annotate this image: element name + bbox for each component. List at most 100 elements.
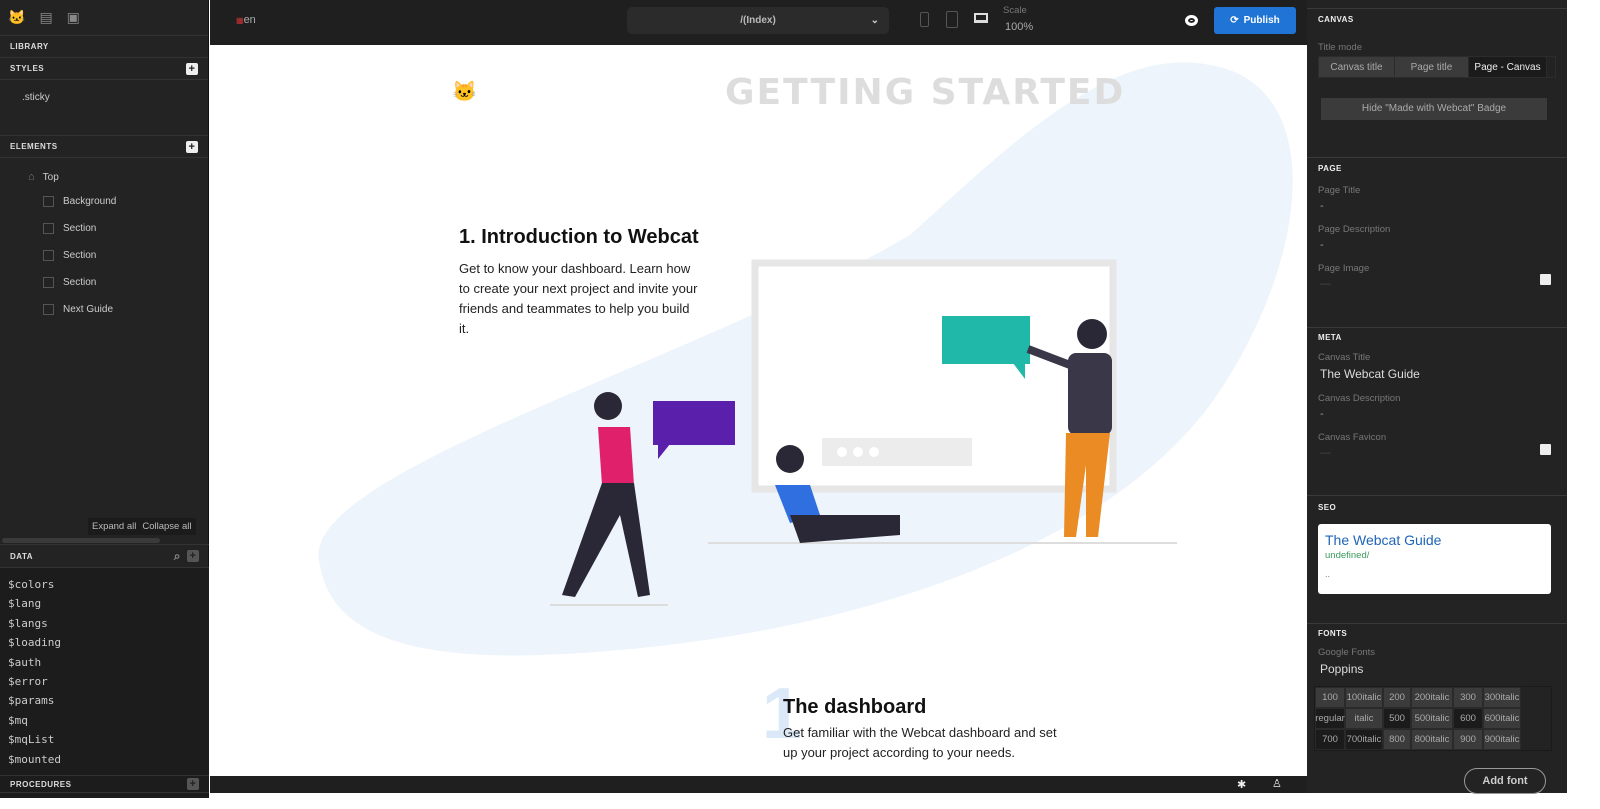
title-mode-page-canvas[interactable]: Page - Canvas [1469,57,1547,77]
expand-all-button[interactable]: Expand all [92,521,136,532]
library-header[interactable]: LIBRARY [0,36,208,58]
route-label: /(Index) [740,15,776,26]
font-weight-800italic[interactable]: 800italic [1411,729,1453,750]
style-item-sticky[interactable]: .sticky [0,80,208,136]
page-canvas[interactable]: 🐱 GETTING STARTED 1. Introduction to Web… [210,45,1307,776]
data-item[interactable]: $error [0,675,209,694]
add-style-button[interactable]: + [186,62,198,75]
tree-item-top[interactable]: ⌂ Top [0,166,208,188]
phone-view-icon[interactable] [920,12,929,27]
image-icon[interactable] [1540,274,1551,285]
tablet-view-icon[interactable] [946,11,958,28]
tree-item-label: Top [42,171,59,183]
horizontal-scrollbar[interactable] [2,538,160,543]
add-data-button[interactable]: + [187,550,199,562]
canvas-title-field[interactable]: The Webcat Guide [1318,367,1556,381]
meta-section-title: META [1318,333,1342,342]
procedures-panel: PROCEDURES + [0,775,209,793]
language-selector[interactable]: ▦en [236,14,256,26]
route-selector[interactable]: /(Index) ⌄ [627,7,889,34]
webcat-logo[interactable]: 🐱 [452,79,477,104]
canvas-description-field[interactable]: - [1318,408,1556,420]
data-item[interactable]: $lang [0,597,209,616]
hero-title: GETTING STARTED [725,72,1126,113]
top-bar: ▦en /(Index) ⌄ Scale 100% ⟳ Publish [210,0,1307,45]
box-icon [43,250,54,261]
data-item[interactable]: $langs [0,617,209,636]
data-item[interactable]: $params [0,694,209,713]
font-weight-100[interactable]: 100 [1315,687,1345,708]
add-font-button[interactable]: Add font [1464,768,1546,794]
title-mode-page-title[interactable]: Page title [1395,57,1469,77]
element-tree: ⌂ Top Background Section Section Section … [0,158,208,323]
page-description-label: Page Description [1318,224,1391,235]
font-weight-300[interactable]: 300 [1453,687,1483,708]
tree-item-section[interactable]: Section [0,269,208,296]
collapse-all-button[interactable]: Collapse all [142,521,191,532]
font-weight-italic[interactable]: italic [1345,708,1383,729]
font-weight-700italic[interactable]: 700italic [1345,729,1383,750]
media-library-icon[interactable]: ▣ [67,9,80,26]
hide-badge-button[interactable]: Hide "Made with Webcat" Badge [1321,98,1547,120]
font-weight-300italic[interactable]: 300italic [1483,687,1521,708]
elements-title: ELEMENTS [10,142,58,151]
font-weight-900[interactable]: 900 [1453,729,1483,750]
section-title: 1. Introduction to Webcat [459,226,699,248]
page-title-field[interactable]: - [1318,200,1556,212]
box-icon [43,196,54,207]
font-weight-900italic[interactable]: 900italic [1483,729,1521,750]
section-text: Get to know your dashboard. Learn how to… [459,261,698,336]
google-fonts-label: Google Fonts [1318,647,1376,658]
add-element-button[interactable]: + [186,140,198,153]
font-weight-600[interactable]: 600 [1453,708,1483,729]
font-weight-500[interactable]: 500 [1383,708,1411,729]
data-item[interactable]: $mq [0,714,209,733]
page-image-field[interactable]: — [1318,278,1556,290]
page-image-label: Page Image [1318,263,1370,274]
tree-item-label: Background [63,196,117,207]
data-title: DATA [10,551,34,561]
image-icon[interactable] [1540,444,1551,455]
search-icon[interactable]: ⌕ [174,549,181,564]
webcat-logo-icon[interactable]: 🐱 [8,9,25,26]
data-item[interactable]: $mqList [0,733,209,752]
font-weight-700[interactable]: 700 [1315,729,1345,750]
font-weight-200[interactable]: 200 [1383,687,1411,708]
tree-item-section[interactable]: Section [0,215,208,242]
procedures-header: PROCEDURES + [0,775,209,793]
data-item[interactable]: $mounted [0,753,209,772]
font-weight-100italic[interactable]: 100italic [1345,687,1383,708]
language-label: en [243,14,256,26]
page-description-field[interactable]: - [1318,239,1556,251]
add-procedure-button[interactable]: + [187,778,199,790]
left-panel: 🐱 ▤ ▣ LIBRARY STYLES + .sticky ELEMENTS + … [0,0,209,798]
canvas-favicon-field[interactable]: — [1318,447,1556,459]
seo-preview: The Webcat Guide undefined/ .. [1318,524,1551,594]
desktop-view-icon[interactable] [974,13,988,23]
bug-icon[interactable]: ✱ [1237,778,1246,791]
tree-item-section[interactable]: Section [0,242,208,269]
title-mode-canvas-title[interactable]: Canvas title [1319,57,1395,77]
procedures-title: PROCEDURES [10,779,72,789]
data-item[interactable]: $colors [0,578,209,597]
data-item[interactable]: $auth [0,656,209,675]
scale-value[interactable]: 100% [1005,21,1033,33]
data-item[interactable]: $loading [0,636,209,655]
meta-section: META Canvas Title The Webcat Guide Canva… [1307,328,1567,496]
publish-button[interactable]: ⟳ Publish [1214,7,1296,34]
preview-eye-icon[interactable] [1185,15,1198,26]
box-icon [43,223,54,234]
data-header: DATA ⌕ + [0,544,209,568]
server-icon[interactable]: ▤ [39,9,52,26]
user-icon[interactable]: ♙ [1272,777,1282,790]
tree-item-next-guide[interactable]: Next Guide [0,296,208,323]
font-weight-600italic[interactable]: 600italic [1483,708,1521,729]
font-family-field[interactable]: Poppins [1318,662,1556,676]
font-weight-200italic[interactable]: 200italic [1411,687,1453,708]
fonts-section-title: FONTS [1318,629,1348,638]
font-weight-500italic[interactable]: 500italic [1411,708,1453,729]
font-weight-800[interactable]: 800 [1383,729,1411,750]
tree-item-label: Section [63,277,97,288]
font-weight-regular[interactable]: regular [1315,708,1345,729]
tree-item-background[interactable]: Background [0,188,208,215]
